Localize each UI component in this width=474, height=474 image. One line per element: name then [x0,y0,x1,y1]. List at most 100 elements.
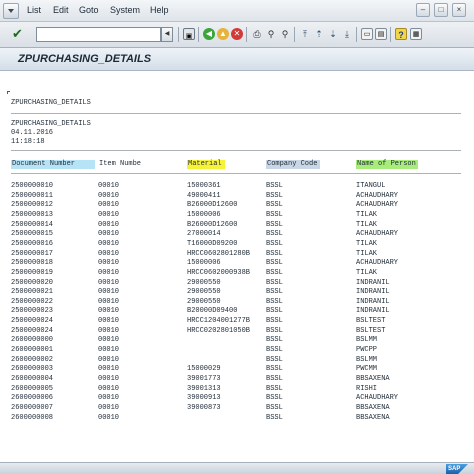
menu-bar: List Edit Goto System Help – □ × [0,0,474,22]
help-icon[interactable]: ? [395,28,407,40]
menu-goto[interactable]: Goto [79,5,99,15]
company-code-cell: BSSL [266,346,283,355]
back-icon[interactable]: ◀ [203,28,215,40]
column-header[interactable]: Document Number [11,160,95,169]
company-code-cell: BSSL [266,403,283,412]
material-cell: 15000361 [187,182,221,190]
document-number-cell: 2500000024 [11,317,54,326]
material-cell: 39000873 [187,403,221,412]
material-cell: HRCC0602000938B [187,268,251,277]
divider [11,150,461,151]
material-cell: 27000014 [187,230,221,239]
item-number-cell: 00010 [98,278,120,287]
system-menu-icon[interactable] [3,3,19,19]
menu-system[interactable]: System [110,5,140,15]
document-number-cell: 2500000024 [11,326,54,335]
enter-check-icon[interactable]: ✔ [12,27,23,41]
save-icon[interactable]: ▣ [183,28,195,40]
item-number-cell: 00010 [98,355,120,364]
last-page-icon[interactable]: ⤓ [341,28,353,40]
item-number-cell: 00010 [98,375,120,383]
column-header[interactable]: Item Numbe [98,160,142,169]
document-number-cell: 2600000005 [11,384,54,393]
person-name-cell: INDRANIL [356,278,390,287]
person-name-cell: BSLTEST [356,317,386,326]
person-name-cell: ACHAUDHARY [356,191,399,200]
report-header-title: ZPURCHASING_DETAILS [11,120,91,128]
person-name-cell: INDRANIL [356,297,390,306]
item-number-cell: 00010 [98,191,120,200]
item-number-cell: 00010 [98,317,120,326]
company-code-cell: BSSL [266,365,283,374]
first-page-icon[interactable]: ⤒ [299,28,311,40]
person-name-cell: ACHAUDHARY [356,201,399,210]
document-number-cell: 2500000011 [11,191,54,200]
company-code-cell: BSSL [266,394,283,403]
page-title: ZPURCHASING_DETAILS [18,53,152,65]
cancel-icon[interactable]: ✕ [231,28,243,40]
document-number-cell: 2500000010 [11,182,54,190]
create-session-icon[interactable]: ▭ [361,28,373,40]
item-number-cell: 00010 [98,413,120,422]
layout-menu-icon[interactable]: ▦ [410,28,422,40]
person-name-cell: BBSAXENA [356,413,390,422]
document-number-cell: 2500000019 [11,268,54,277]
material-cell: 49000411 [187,191,221,200]
person-name-cell: RISHI [356,384,378,393]
document-number-cell: 2500000018 [11,259,54,268]
document-number-cell: 2600000007 [11,403,54,412]
item-number-cell: 00010 [98,268,120,277]
material-cell: HRCC0202801050B [187,326,251,335]
menu-list[interactable]: List [27,5,41,15]
company-code-cell: BSSL [266,220,283,229]
person-name-cell: ACHAUDHARY [356,230,399,239]
menu-help[interactable]: Help [150,5,169,15]
column-header[interactable]: Company Code [266,160,320,169]
company-code-cell: BSSL [266,413,283,422]
item-number-cell: 00010 [98,288,120,297]
material-cell: 15000029 [187,365,221,374]
person-name-cell: TILAK [356,220,378,229]
material-cell: 29000550 [187,278,221,287]
item-number-cell: 00010 [98,220,120,229]
company-code-cell: BSSL [266,191,283,200]
close-icon[interactable]: × [452,3,466,17]
column-header[interactable]: Material [187,160,225,169]
print-icon[interactable]: ⎙ [251,28,263,40]
item-number-cell: 00010 [98,230,120,239]
person-name-cell: TILAK [356,239,378,248]
next-page-icon[interactable]: ⇣ [327,28,339,40]
divider [11,113,461,114]
cursor-marker [7,91,10,94]
command-field[interactable] [36,27,161,42]
column-header[interactable]: Name of Person [356,160,418,169]
company-code-cell: BSSL [266,182,283,190]
item-number-cell: 00010 [98,384,120,393]
menu-edit[interactable]: Edit [53,5,69,15]
item-number-cell: 00010 [98,394,120,403]
standard-toolbar: ✔ ◀ ▣ ◀ ▲ ✕ ⎙ ⚲ ⚲ ⤒ ⇡ ⇣ ⤓ ▭ ▤ ? ▦ [0,22,474,48]
item-number-cell: 00010 [98,365,120,374]
document-number-cell: 2600000004 [11,375,54,383]
shortcut-icon[interactable]: ▤ [375,28,387,40]
find-icon[interactable]: ⚲ [265,28,277,40]
person-name-cell: BSLMM [356,355,378,364]
material-cell: B20000D09400 [187,307,238,316]
maximize-icon[interactable]: □ [434,3,448,17]
person-name-cell: TILAK [356,249,378,258]
person-name-cell: TILAK [356,268,378,277]
minimize-icon[interactable]: – [416,3,430,17]
company-code-cell: BSSL [266,239,283,248]
previous-page-icon[interactable]: ⇡ [313,28,325,40]
command-history-dropdown-icon[interactable]: ◀ [161,27,173,42]
program-name: ZPURCHASING_DETAILS [11,99,91,107]
company-code-cell: BSSL [266,297,283,306]
company-code-cell: BSSL [266,317,283,326]
report-date: 04.11.2016 [11,129,54,137]
material-cell: 15000006 [187,259,221,268]
find-next-icon[interactable]: ⚲ [279,28,291,40]
exit-icon[interactable]: ▲ [217,28,229,40]
document-number-cell: 2600000000 [11,336,54,345]
person-name-cell: ACHAUDHARY [356,259,399,268]
company-code-cell: BSSL [266,210,283,219]
